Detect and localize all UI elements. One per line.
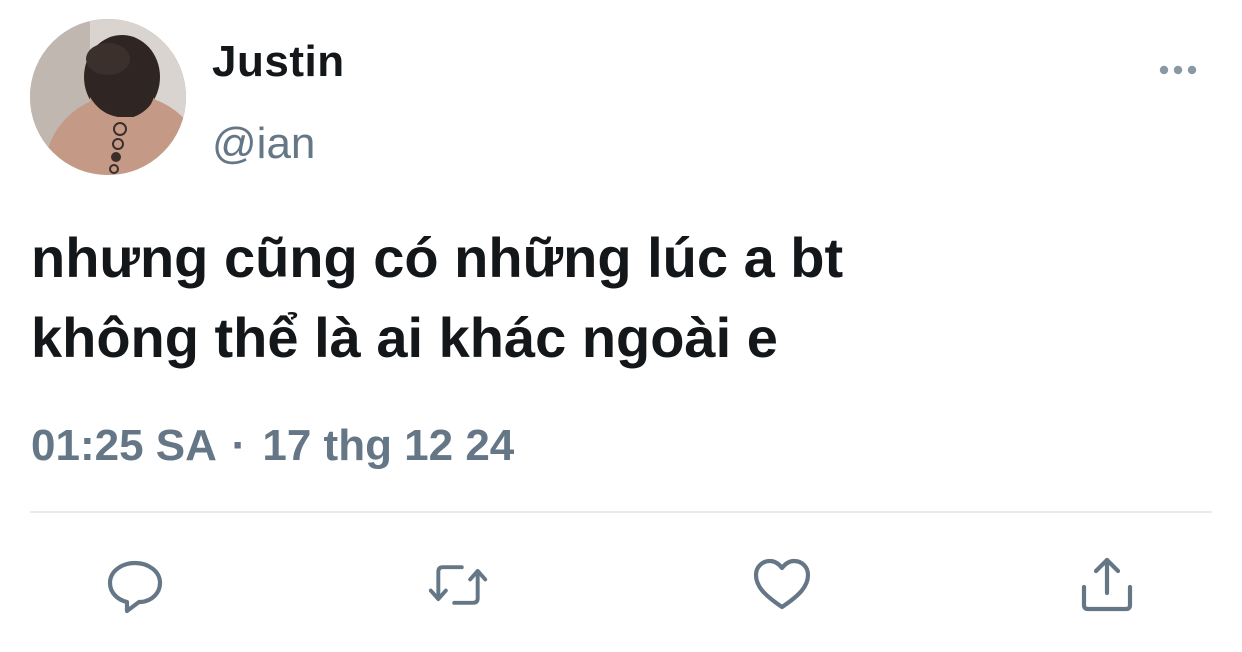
like-button[interactable] xyxy=(752,555,812,615)
tweet-timestamp[interactable]: 01:25 SA · 17 thg 12 24 xyxy=(31,418,514,474)
share-button[interactable] xyxy=(1077,555,1137,615)
avatar-photo xyxy=(30,19,186,175)
more-icon xyxy=(1159,65,1197,75)
tweet-text-line-2: không thể là ai khác ngoài e xyxy=(31,306,778,369)
reply-icon xyxy=(107,560,163,614)
display-name[interactable]: Justin xyxy=(212,34,345,90)
user-handle[interactable]: @ian xyxy=(212,116,315,172)
heart-icon xyxy=(753,558,811,610)
share-icon xyxy=(1081,557,1133,612)
retweet-button[interactable] xyxy=(428,555,488,615)
reply-button[interactable] xyxy=(105,555,165,615)
tweet-date: 17 thg 12 24 xyxy=(262,421,515,470)
timestamp-separator: · xyxy=(231,421,247,470)
divider xyxy=(30,511,1212,513)
tweet-text-line-1: nhưng cũng có những lúc a bt xyxy=(31,226,844,289)
more-options-button[interactable] xyxy=(1156,56,1200,84)
tweet-text: nhưng cũng có những lúc a bt không thể l… xyxy=(31,218,1211,378)
retweet-icon xyxy=(428,565,488,605)
tweet-time: 01:25 SA xyxy=(31,421,216,470)
avatar[interactable] xyxy=(30,19,186,175)
